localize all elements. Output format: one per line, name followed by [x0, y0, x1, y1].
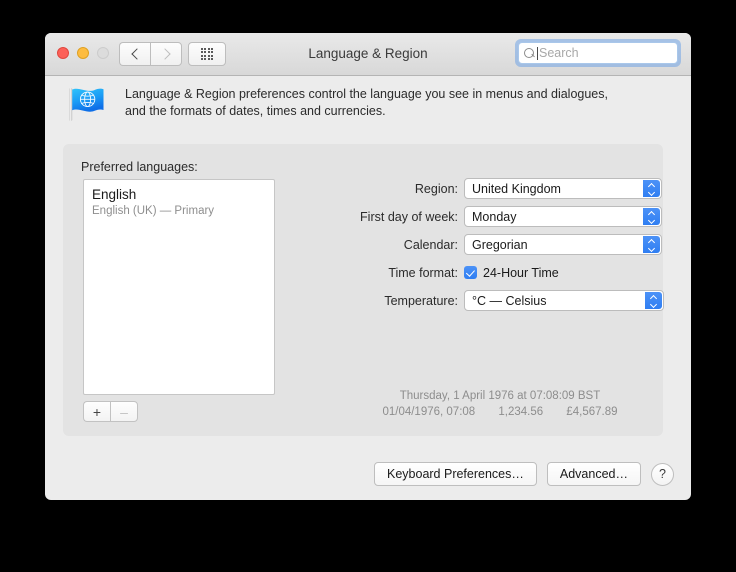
preview-short-date: 01/04/1976, 07:08 — [382, 406, 476, 418]
first-day-of-week-value: Monday — [472, 209, 517, 224]
search-icon — [524, 48, 534, 58]
chevron-updown-icon[interactable] — [645, 292, 662, 309]
preview-number: 1,234.56 — [498, 406, 544, 418]
calendar-row: Calendar: Gregorian — [335, 234, 665, 255]
remove-language-button: – — [110, 401, 138, 422]
search-placeholder: Search — [539, 46, 579, 60]
preview-currency: £4,567.89 — [566, 406, 618, 418]
calendar-popup-button[interactable]: Gregorian — [464, 234, 662, 255]
advanced-button[interactable]: Advanced… — [546, 462, 641, 486]
chevron-updown-icon[interactable] — [643, 180, 660, 197]
preview-long-date: Thursday, 1 April 1976 at 07:08:09 BST — [399, 390, 601, 402]
preferred-languages-label: Preferred languages: — [81, 160, 198, 174]
banner-description: Language & Region preferences control th… — [125, 86, 655, 120]
title-bar: Language & Region Search — [45, 33, 691, 76]
search-input[interactable]: Search — [518, 42, 678, 64]
language-detail: English (UK) — Primary — [92, 205, 215, 217]
chevron-updown-icon[interactable] — [643, 208, 660, 225]
search-field-wrapper: Search — [515, 39, 681, 67]
24-hour-time-label: 24-Hour Time — [483, 265, 559, 280]
region-settings-form: Region: United Kingdom First day of week… — [335, 178, 665, 318]
language-name: English — [92, 187, 137, 202]
region-value: United Kingdom — [472, 181, 561, 196]
add-language-button[interactable]: + — [83, 401, 110, 422]
region-popup-button[interactable]: United Kingdom — [464, 178, 662, 199]
banner-line-1: Language & Region preferences control th… — [125, 87, 608, 101]
first-day-of-week-popup-button[interactable]: Monday — [464, 206, 662, 227]
footer-buttons: Keyboard Preferences… Advanced… ? — [374, 462, 674, 486]
add-remove-language-buttons: + – — [83, 401, 138, 422]
temperature-label: Temperature: — [384, 293, 458, 308]
temperature-popup-button[interactable]: °C — Celsius — [464, 290, 664, 311]
temperature-value: °C — Celsius — [472, 293, 547, 308]
preview-short-formats: 01/04/1976, 07:08 1,234.56 £4,567.89 — [335, 404, 665, 420]
chevron-updown-icon[interactable] — [643, 236, 660, 253]
language-region-flag-globe-icon — [69, 88, 104, 121]
region-row: Region: United Kingdom — [335, 178, 665, 199]
text-caret — [537, 46, 538, 60]
temperature-row: Temperature: °C — Celsius — [335, 290, 665, 311]
system-preferences-window: Language & Region Search Language & Regi… — [45, 33, 691, 500]
region-label: Region: — [414, 181, 458, 196]
first-day-of-week-row: First day of week: Monday — [335, 206, 665, 227]
keyboard-preferences-button[interactable]: Keyboard Preferences… — [374, 462, 537, 486]
first-day-of-week-label: First day of week: — [360, 209, 458, 224]
time-format-row: Time format: 24-Hour Time — [335, 262, 665, 283]
time-format-label: Time format: — [388, 265, 458, 280]
calendar-label: Calendar: — [403, 237, 458, 252]
help-button[interactable]: ? — [651, 462, 674, 486]
list-item[interactable]: English English (UK) — Primary — [84, 180, 274, 219]
banner-line-2: and the formats of dates, times and curr… — [125, 104, 386, 118]
calendar-value: Gregorian — [472, 237, 528, 252]
format-preview: Thursday, 1 April 1976 at 07:08:09 BST 0… — [335, 388, 665, 420]
24-hour-time-checkbox[interactable] — [464, 266, 477, 279]
preferred-languages-list[interactable]: English English (UK) — Primary — [83, 179, 275, 395]
